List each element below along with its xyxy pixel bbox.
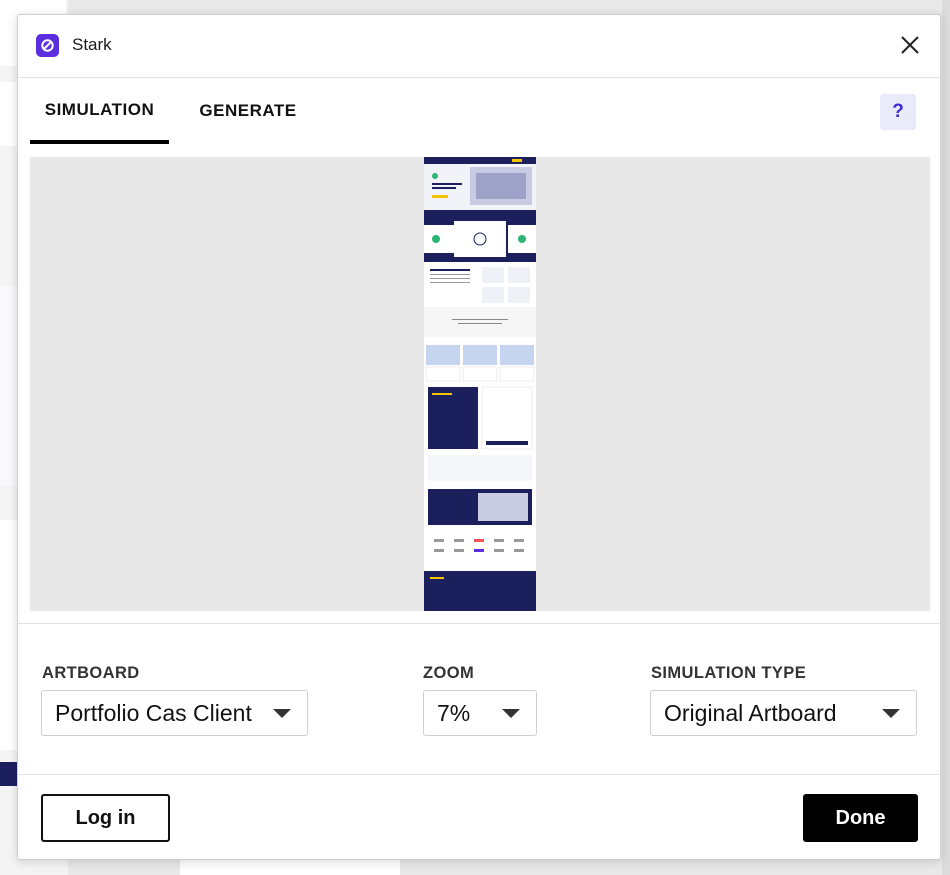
artboard-select[interactable]: Portfolio Cas Client bbox=[41, 690, 308, 736]
chevron-down-icon bbox=[273, 709, 291, 718]
stark-logo-icon bbox=[36, 34, 59, 57]
simulation-type-label: SIMULATION TYPE bbox=[651, 664, 807, 682]
tab-simulation[interactable]: SIMULATION bbox=[30, 78, 169, 144]
artboard-preview-thumbnail bbox=[424, 157, 536, 611]
background-scroll-strip bbox=[942, 0, 950, 875]
help-button[interactable]: ? bbox=[880, 94, 916, 130]
chevron-down-icon bbox=[502, 709, 520, 718]
stark-dialog: Stark SIMULATION GENERATE ? ARTBOARD Por… bbox=[17, 14, 941, 860]
login-button[interactable]: Log in bbox=[41, 794, 170, 842]
chevron-down-icon bbox=[882, 709, 900, 718]
background-fragment bbox=[180, 858, 400, 875]
simulation-type-select[interactable]: Original Artboard bbox=[650, 690, 917, 736]
artboard-preview-area bbox=[30, 157, 930, 611]
zoom-select[interactable]: 7% bbox=[423, 690, 537, 736]
app-title: Stark bbox=[72, 35, 112, 54]
artboard-label: ARTBOARD bbox=[42, 664, 140, 682]
tab-bar: SIMULATION GENERATE ? bbox=[18, 78, 940, 144]
tab-generate[interactable]: GENERATE bbox=[183, 78, 313, 144]
close-icon[interactable] bbox=[898, 33, 922, 57]
divider bbox=[18, 774, 940, 775]
zoom-label: ZOOM bbox=[423, 664, 475, 682]
title-bar: Stark bbox=[18, 15, 940, 78]
artboard-thumbnail-graphic bbox=[424, 157, 536, 611]
zoom-select-value: 7% bbox=[437, 699, 471, 726]
artboard-select-value: Portfolio Cas Client bbox=[55, 699, 252, 726]
done-button[interactable]: Done bbox=[803, 794, 918, 842]
divider bbox=[18, 623, 940, 624]
simulation-type-select-value: Original Artboard bbox=[664, 699, 837, 726]
